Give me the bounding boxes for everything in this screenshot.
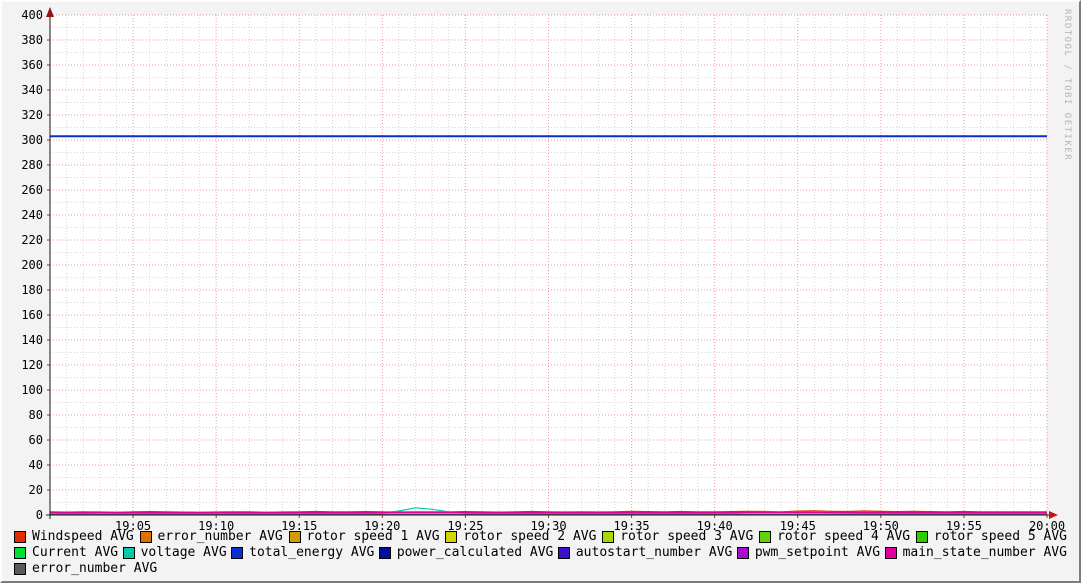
legend-label: Windspeed AVG	[32, 529, 134, 544]
legend-item: power_calculated AVG	[378, 545, 554, 560]
y-tick-label: 340	[21, 83, 43, 97]
legend-item: main_state_number AVG	[884, 545, 1067, 560]
legend-item: voltage AVG	[122, 545, 227, 560]
y-tick-label: 140	[21, 333, 43, 347]
y-tick-label: 280	[21, 158, 43, 172]
legend-swatch	[602, 530, 615, 543]
y-tick-label: 180	[21, 283, 43, 297]
graph-canvas: 19:05 19:10 19:15 19:20 19:25 19:30 19:35 19:40…	[21, 7, 1065, 533]
legend-swatch	[288, 530, 301, 543]
legend-label: total_energy AVG	[249, 545, 375, 560]
y-tick-label: 380	[21, 33, 43, 47]
y-tick-label: 400	[21, 8, 43, 22]
y-tick-label: 260	[21, 183, 43, 197]
legend-item: rotor speed 3 AVG	[602, 529, 753, 544]
legend-swatch	[14, 530, 26, 543]
legend-swatch	[759, 530, 772, 543]
y-tick-label: 80	[29, 408, 43, 422]
legend-label: autostart_number AVG	[575, 545, 733, 560]
legend-label: error_number AVG	[157, 529, 283, 544]
legend-row-2: Current AVG voltage AVG total_energy AVG po…	[2, 545, 1079, 560]
y-axis-arrow-icon	[46, 7, 54, 17]
legend-label: rotor speed 4 AVG	[777, 529, 911, 544]
legend-item: rotor speed 2 AVG	[445, 529, 596, 544]
legend-label: error_number AVG	[32, 561, 158, 576]
legend-item: Windspeed AVG	[14, 529, 134, 544]
legend-row-1: Windspeed AVG error_number AVG rotor speed…	[2, 529, 1079, 544]
legend-label: Current AVG	[32, 545, 119, 560]
legend-item: total_energy AVG	[231, 545, 374, 560]
y-tick-label: 300	[21, 133, 43, 147]
legend-label: rotor speed 1 AVG	[306, 529, 440, 544]
legend-swatch	[122, 546, 135, 559]
legend-swatch	[445, 530, 458, 543]
legend-swatch	[378, 546, 391, 559]
y-tick-label: 60	[29, 433, 43, 447]
legend-item: rotor speed 1 AVG	[288, 529, 440, 544]
legend-swatch	[14, 546, 26, 559]
y-tick-label: 20	[29, 483, 43, 497]
legend-swatch	[14, 562, 26, 575]
legend-item: pwm_setpoint AVG	[736, 545, 881, 560]
legend-swatch	[231, 546, 244, 559]
legend-swatch	[915, 530, 928, 543]
legend-swatch	[557, 546, 570, 559]
legend-item: rotor speed 4 AVG	[759, 529, 910, 544]
legend-label: pwm_setpoint AVG	[754, 545, 881, 560]
legend-label: rotor speed 2 AVG	[463, 529, 597, 544]
rrdtool-graph-frame: 19:05 19:10 19:15 19:20 19:25 19:30 19:35 19:40…	[0, 0, 1081, 583]
legend-item: Current AVG	[14, 545, 118, 560]
legend-swatch	[736, 546, 749, 559]
legend-label: power_calculated AVG	[396, 545, 554, 560]
y-tick-label: 240	[21, 208, 43, 222]
legend-row-3: error_number AVG	[2, 561, 1079, 576]
legend-label: main_state_number AVG	[902, 545, 1067, 560]
y-tick-label: 160	[21, 308, 43, 322]
y-tick-label: 120	[21, 358, 43, 372]
y-tick-label: 0	[36, 508, 43, 522]
y-tick-label: 360	[21, 58, 43, 72]
y-tick-label: 40	[29, 458, 43, 472]
legend-swatch	[884, 546, 897, 559]
x-axis-arrow-icon	[1049, 511, 1058, 519]
rrdtool-watermark: RRDTOOL / TOBI OETIKER	[1062, 9, 1072, 162]
y-tick-label: 320	[21, 108, 43, 122]
legend-item: autostart_number AVG	[557, 545, 733, 560]
legend-label: rotor speed 5 AVG	[933, 529, 1067, 544]
legend-swatch	[139, 530, 152, 543]
legend-label: rotor speed 3 AVG	[620, 529, 754, 544]
legend-item: rotor speed 5 AVG	[915, 529, 1067, 544]
y-tick-label: 200	[21, 258, 43, 272]
y-tick-label: 220	[21, 233, 43, 247]
legend-item: error_number AVG	[139, 529, 283, 544]
legend-label: voltage AVG	[140, 545, 227, 560]
legend-item: error_number AVG	[14, 561, 157, 576]
y-tick-label: 100	[21, 383, 43, 397]
